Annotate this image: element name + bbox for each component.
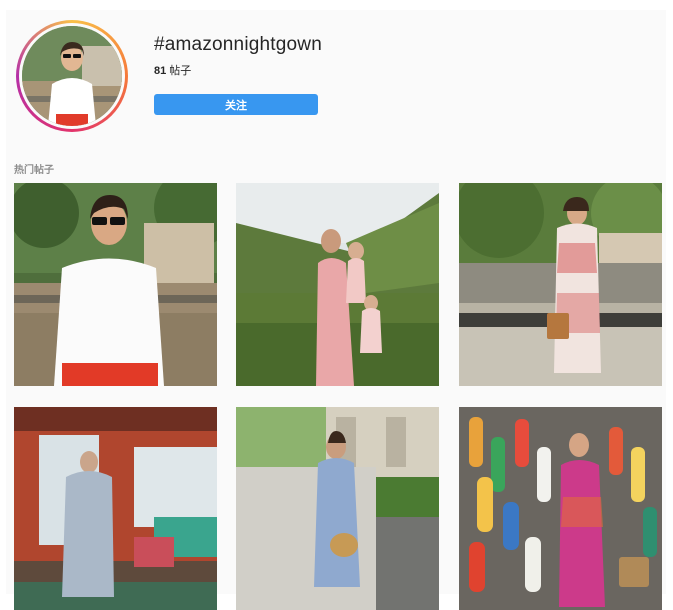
post-tile-4[interactable] [14, 407, 217, 610]
hashtag-title: #amazonnightgown [154, 34, 322, 55]
top-posts-heading: 热门帖子 [14, 165, 54, 176]
post-tile-3[interactable] [459, 183, 662, 386]
post-tile-5[interactable] [236, 407, 439, 610]
hashtag-page: #amazonnightgown 81 帖子 关注 热门帖子 [6, 10, 666, 610]
avatar-photo [22, 26, 122, 126]
posts-count: 81 帖子 [154, 62, 191, 78]
post-tile-2[interactable] [236, 183, 439, 386]
avatar-image [22, 26, 122, 126]
post-image-3 [459, 183, 662, 386]
hashtag-avatar[interactable] [16, 20, 128, 132]
post-image-1 [14, 183, 217, 386]
follow-button[interactable]: 关注 [154, 94, 318, 115]
post-image-5 [236, 407, 439, 610]
post-image-4 [14, 407, 217, 610]
post-image-2 [236, 183, 439, 386]
posts-label: 帖子 [166, 65, 192, 77]
post-image-6 [459, 407, 662, 610]
posts-number: 81 [154, 65, 167, 77]
post-tile-1[interactable] [14, 183, 217, 386]
post-tile-6[interactable] [459, 407, 662, 610]
